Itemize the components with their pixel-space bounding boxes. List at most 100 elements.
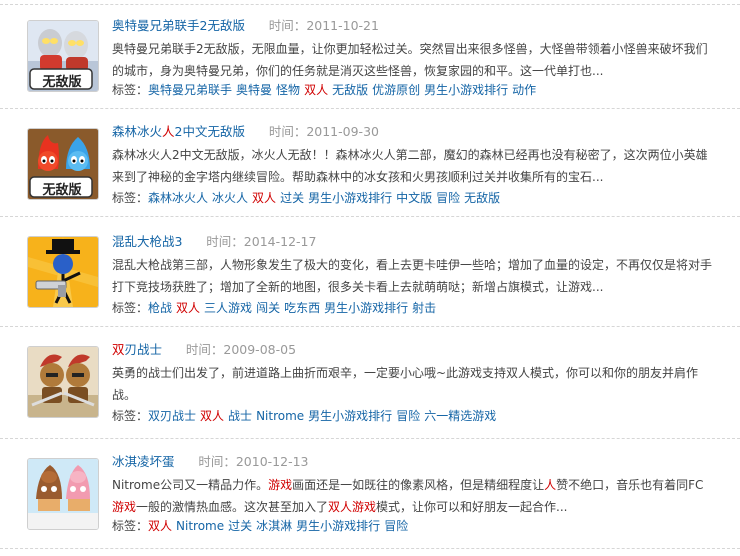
tag-link[interactable]: 冒险 [384, 519, 408, 533]
tag-link[interactable]: 男生小游戏排行 [308, 409, 392, 423]
tag-link[interactable]: 怪物 [276, 83, 300, 97]
tag-link[interactable]: 射击 [412, 301, 436, 315]
tag-link[interactable]: 战士 [228, 409, 252, 423]
tag-link[interactable]: 双人 [200, 409, 224, 423]
desc-part: 模式，让你可以和好朋友一起合作... [376, 500, 568, 514]
tag-link[interactable]: 双刃战士 [148, 409, 196, 423]
tag-link[interactable]: 冒险 [436, 191, 460, 205]
bad-ice-cream-icon [28, 459, 98, 529]
tag-link[interactable]: 双人 [304, 83, 328, 97]
time-value: 2014-12-17 [243, 234, 317, 249]
publish-time: 时间：2010-12-13 [198, 454, 308, 469]
tag-link[interactable]: 男生小游戏排行 [324, 301, 408, 315]
tag-link[interactable]: 奥特曼兄弟联手 [148, 83, 232, 97]
game-title-link[interactable]: 森林冰火人2中文无敌版 [112, 124, 245, 139]
game-description: 英勇的战士们出发了，前进道路上曲折而艰辛，一定要小心哦~此游戏支持双人模式，你可… [112, 366, 699, 402]
game-title-link[interactable]: 冰淇凌坏蛋 [112, 454, 175, 469]
tags-label: 标签： [112, 301, 149, 315]
title-highlight: 双 [112, 342, 125, 357]
tag-link[interactable]: 男生小游戏排行 [308, 191, 392, 205]
tag-link[interactable]: 双人 [252, 191, 276, 205]
publish-time: 时间：2009-08-05 [186, 342, 296, 357]
tags-label: 标签： [112, 409, 149, 423]
tag-link[interactable]: 男生小游戏排行 [424, 83, 508, 97]
list-item: 无敌版 奥特曼兄弟联手2无敌版 时间：2011-10-21 奥特曼兄弟联手2无敌… [0, 4, 740, 109]
tag-link[interactable]: 中文版 [396, 191, 432, 205]
tag-list: 枪战 双人 三人游戏 闯关 吃东西 男生小游戏排行 射击 [148, 301, 440, 315]
game-thumbnail[interactable]: 无敌版 [27, 20, 99, 92]
tag-link[interactable]: 森林冰火人 [148, 191, 208, 205]
tag-link[interactable]: 双人 [176, 301, 200, 315]
tag-link[interactable]: 冒险 [396, 409, 420, 423]
title-highlight: 人 [162, 124, 175, 139]
tag-link[interactable]: 动作 [512, 83, 536, 97]
list-item: 混乱大枪战3 时间：2014-12-17 混乱大枪战第三部，人物形象发生了极大的… [0, 216, 740, 327]
desc-highlight: 游戏 [112, 500, 137, 514]
time-value: 2011-09-30 [306, 124, 379, 139]
game-title-link[interactable]: 奥特曼兄弟联手2无敌版 [112, 18, 245, 33]
tag-link[interactable]: Nitrome [176, 519, 224, 533]
tag-list: 双人 Nitrome 过关 冰淇淋 男生小游戏排行 冒险 [148, 519, 412, 533]
tag-link[interactable]: 双人 [148, 519, 172, 533]
tags-label: 标签： [112, 519, 149, 533]
publish-time: 时间：2014-12-17 [206, 234, 316, 249]
tag-link[interactable]: 无敌版 [464, 191, 500, 205]
title-text: 混乱大枪战3 [112, 234, 183, 249]
time-value: 2009-08-05 [223, 342, 297, 357]
game-thumbnail[interactable]: 无敌版 [27, 128, 99, 200]
tag-link[interactable]: 过关 [280, 191, 304, 205]
tag-link[interactable]: 枪战 [148, 301, 172, 315]
desc-part: 画面还是一如既往的像素风格，但是精细程度让 [292, 478, 545, 492]
tag-link[interactable]: 三人游戏 [204, 301, 252, 315]
tag-list: 森林冰火人 冰火人 双人 过关 男生小游戏排行 中文版 冒险 无敌版 [148, 191, 504, 205]
tags-label: 标签： [112, 191, 149, 205]
game-list: 无敌版 奥特曼兄弟联手2无敌版 时间：2011-10-21 奥特曼兄弟联手2无敌… [0, 0, 740, 556]
tag-row: 标签：双刃战士 双人 战士 Nitrome 男生小游戏排行 冒险 六一精选游戏 [112, 406, 500, 426]
tag-link[interactable]: 优游原创 [372, 83, 420, 97]
tag-row: 标签：森林冰火人 冰火人 双人 过关 男生小游戏排行 中文版 冒险 无敌版 [112, 188, 504, 208]
tag-row: 标签：枪战 双人 三人游戏 闯关 吃东西 男生小游戏排行 射击 [112, 298, 440, 318]
title-text: 冰淇凌坏蛋 [112, 454, 175, 469]
game-thumbnail[interactable] [27, 458, 99, 530]
tag-link[interactable]: 冰火人 [212, 191, 248, 205]
list-item: 双刃战士 时间：2009-08-05 英勇的战士们出发了，前进道路上曲折而艰辛，… [0, 326, 740, 439]
list-item: 无敌版 森林冰火人2中文无敌版 时间：2011-09-30 森林冰火人2中文无敌… [0, 108, 740, 217]
desc-part: Nitrome公司又一精品力作。 [112, 478, 269, 492]
desc-highlight: 双人游戏 [328, 500, 377, 514]
tag-link[interactable]: 奥特曼 [236, 83, 272, 97]
desc-highlight: 人 [544, 478, 557, 492]
time-label: 时间： [198, 454, 236, 469]
list-item: 冰淇凌坏蛋 时间：2010-12-13 Nitrome公司又一精品力作。游戏画面… [0, 438, 740, 549]
tag-link[interactable]: 无敌版 [332, 83, 368, 97]
game-description: Nitrome公司又一精品力作。游戏画面还是一如既往的像素风格，但是精细程度让人… [112, 474, 714, 518]
time-label: 时间： [268, 18, 307, 33]
tag-list: 双刃战士 双人 战士 Nitrome 男生小游戏排行 冒险 六一精选游戏 [148, 409, 500, 423]
game-title-link[interactable]: 混乱大枪战3 [112, 234, 182, 249]
time-label: 时间： [185, 342, 224, 357]
desc-highlight: 游戏 [268, 478, 293, 492]
game-description: 森林冰火人2中文无敌版，冰火人无敌！！森林冰火人第二部，魔幻的森林已经再也没有秘… [112, 148, 708, 184]
tags-label: 标签： [112, 83, 149, 97]
tag-link[interactable]: Nitrome [256, 409, 304, 423]
desc-part: 一般的激情热血感。这次甚至加入了 [136, 500, 329, 514]
title-text-rest: 刃战士 [124, 342, 163, 357]
tag-link[interactable]: 男生小游戏排行 [296, 519, 380, 533]
game-thumbnail[interactable] [27, 346, 99, 418]
tag-link[interactable]: 六一精选游戏 [424, 409, 496, 423]
game-title-link[interactable]: 双刃战士 [112, 342, 162, 357]
thumb-badge: 无敌版 [42, 75, 82, 90]
game-thumbnail[interactable] [27, 236, 99, 308]
publish-time: 时间：2011-10-21 [269, 18, 379, 33]
spartan-warriors-icon [28, 347, 98, 417]
tag-link[interactable]: 吃东西 [284, 301, 320, 315]
tag-link[interactable]: 冰淇淋 [256, 519, 292, 533]
tag-row: 标签：奥特曼兄弟联手 奥特曼 怪物 双人 无敌版 优游原创 男生小游戏排行 动作 [112, 80, 540, 100]
title-text: 森林冰火 [112, 124, 163, 139]
title-text: 奥特曼兄弟联手2无敌版 [112, 18, 245, 33]
time-label: 时间： [206, 234, 244, 249]
publish-time: 时间：2011-09-30 [269, 124, 379, 139]
tag-link[interactable]: 过关 [228, 519, 252, 533]
tag-link[interactable]: 闯关 [256, 301, 280, 315]
game-description: 奥特曼兄弟联手2无敌版，无限血量，让你更加轻松过关。突然冒出来很多怪兽，大怪兽带… [112, 42, 708, 78]
title-text-rest: 2中文无敌版 [174, 124, 245, 139]
